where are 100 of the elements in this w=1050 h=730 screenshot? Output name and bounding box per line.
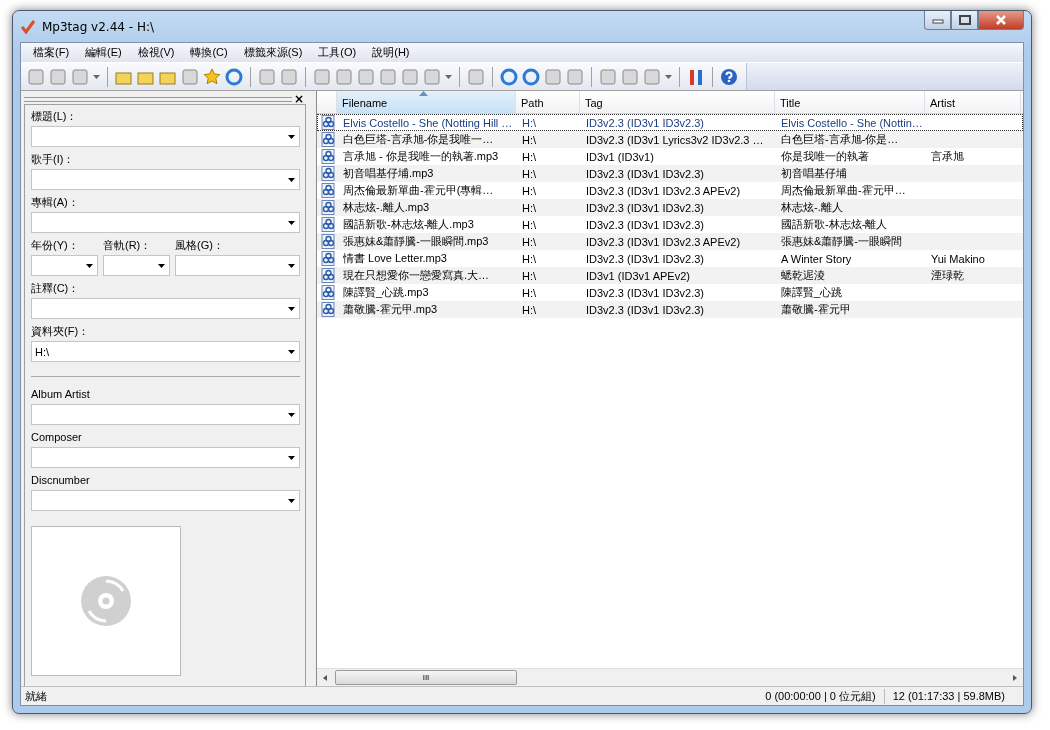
combo-field[interactable] <box>31 255 98 276</box>
combo-field[interactable]: H:\ <box>31 341 300 362</box>
caret-icon[interactable] <box>665 74 672 79</box>
table-cell: ID3v2.3 (ID3v1 ID3v2.3) <box>586 167 704 180</box>
field-label: Album Artist <box>31 387 91 402</box>
maximize-button[interactable] <box>951 11 978 30</box>
file-row[interactable]: 初音唱基仔埔.mp3 H:\ ID3v2.3 (ID3v1 ID3v2.3) 初音唱基仔埔 <box>317 165 1023 182</box>
table-cell: ID3v1 (ID3v1 APEv2) <box>586 269 690 282</box>
star-icon[interactable] <box>203 67 221 86</box>
field-label: 音軌(R)： <box>103 238 153 253</box>
help-icon[interactable] <box>720 67 738 86</box>
table-cell: H:\ <box>522 167 537 180</box>
field-label: 年份(Y)： <box>31 238 80 253</box>
combo-field[interactable] <box>31 447 300 468</box>
audio-file-icon <box>320 132 336 147</box>
audio-file-icon <box>320 251 336 266</box>
combo-field[interactable] <box>175 255 300 276</box>
file-row[interactable]: 蕭敬騰-霍元甲.mp3 H:\ ID3v2.3 (ID3v1 ID3v2.3) 蕭敬騰-霍元甲 <box>317 301 1023 318</box>
file-row[interactable]: 張惠妹&蕭靜騰-一眼瞬間.mp3 H:\ ID3v2.3 (ID3v1 ID3v2.3 APEv2) 張惠妹&蕭靜騰-一眼瞬間 <box>317 233 1023 250</box>
table-cell: A Winter Story <box>781 252 852 265</box>
caret-icon <box>288 134 295 139</box>
combo-field[interactable] <box>31 298 300 319</box>
column-header[interactable]: Title <box>775 91 925 113</box>
caret-icon[interactable] <box>93 74 100 79</box>
combo-field[interactable] <box>31 212 300 233</box>
caret-icon <box>288 455 295 460</box>
table-cell: 蕭敬騰-霍元甲 <box>781 303 851 315</box>
table-cell: ID3v2.3 (ID3v1 ID3v2.3 APEv2) <box>586 235 741 248</box>
combo-field[interactable] <box>31 126 300 147</box>
table-cell: 初音唱基仔埔 <box>781 167 847 179</box>
column-header[interactable]: Path <box>516 91 580 113</box>
menu-item[interactable]: 檢視(V) <box>129 45 183 60</box>
audio-file-icon <box>320 234 336 249</box>
menu-item[interactable]: 說明(H) <box>364 45 418 60</box>
table-cell: 白色巨塔-言承旭-你是我唯一… <box>343 133 494 145</box>
table-cell: 言承旭 - 你是我唯一的執著.mp3 <box>343 150 499 162</box>
field-label: 標題(L)： <box>31 109 79 124</box>
file-row[interactable]: 言承旭 - 你是我唯一的執著.mp3 H:\ ID3v1 (ID3v1) 你是我唯一的執著 言承旭 <box>317 148 1023 165</box>
column-header[interactable]: Artist <box>925 91 1021 113</box>
file-row[interactable]: 情書 Love Letter.mp3 H:\ ID3v2.3 (ID3v1 ID3v2.3) A Winter Story Yui Makino <box>317 250 1023 267</box>
table-cell: 國語新歌-林志炫-離人.mp3 <box>343 218 474 230</box>
caret-icon <box>288 177 295 182</box>
file-row[interactable]: 白色巨塔-言承旭-你是我唯一… H:\ ID3v2.3 (ID3v1 Lyrics3v2 ID3v2.3 … 白色巨塔-言承旭-你是… <box>317 131 1023 148</box>
caret-icon <box>288 498 295 503</box>
audio-file-icon <box>320 268 336 283</box>
combo-field[interactable] <box>31 404 300 425</box>
combo-field[interactable] <box>103 255 170 276</box>
sort-arrow-icon <box>419 91 428 96</box>
combo-field[interactable] <box>31 169 300 190</box>
table-cell: H:\ <box>522 133 537 146</box>
audio-file-icon <box>320 217 336 232</box>
audio-file-icon <box>320 115 336 130</box>
combo-field[interactable] <box>31 490 300 511</box>
table-cell: Elvis Costello - She (Notting Hill … <box>343 116 513 129</box>
column-header[interactable]: Tag <box>580 91 775 113</box>
menu-item[interactable]: 編輯(E) <box>77 45 130 60</box>
field-label: Composer <box>31 430 83 445</box>
file-row[interactable]: 陳譯賢_心跳.mp3 H:\ ID3v2.3 (ID3v1 ID3v2.3) 陳譯賢_心跳 <box>317 284 1023 301</box>
caret-icon[interactable] <box>445 74 452 79</box>
table-cell: 湮琭乾 <box>931 269 964 281</box>
column-header[interactable]: Filename <box>337 91 516 113</box>
menu-item[interactable]: 轉換(C) <box>182 45 236 60</box>
close-button[interactable] <box>978 11 1024 30</box>
table-cell: H:\ <box>522 303 537 316</box>
field-label: 專輯(A)： <box>31 195 80 210</box>
caret-icon <box>86 263 93 268</box>
scrollbar-thumb[interactable]: III <box>335 670 517 685</box>
file-row[interactable]: 現在只想愛你一戀愛寫真.大… H:\ ID3v1 (ID3v1 APEv2) 蟋乾迡淩 湮琭乾 <box>317 267 1023 284</box>
field-label: 資料夾(F)： <box>31 324 91 339</box>
table-cell: 周杰倫最新單曲-霍元甲… <box>781 184 906 196</box>
table-cell: 張惠妹&蕭靜騰-一眼瞬間.mp3 <box>343 235 489 247</box>
caret-icon <box>288 220 295 225</box>
table-cell: ID3v2.3 (ID3v1 Lyrics3v2 ID3v2.3 … <box>586 133 764 146</box>
minimize-button[interactable] <box>924 11 951 30</box>
table-cell: 初音唱基仔埔.mp3 <box>343 167 434 179</box>
table-cell: 你是我唯一的執著 <box>781 150 869 162</box>
table-cell: 言承旭 <box>931 150 964 162</box>
caret-icon <box>158 263 165 268</box>
table-cell: ID3v2.3 (ID3v1 ID3v2.3) <box>586 303 704 316</box>
table-cell: Yui Makino <box>931 252 985 265</box>
maximize-icon <box>958 15 971 25</box>
menu-item[interactable]: 標籤來源(S) <box>235 45 311 60</box>
minimize-icon <box>931 16 944 24</box>
menu-item[interactable]: 檔案(F) <box>25 45 78 60</box>
table-cell: 林志炫-.離人 <box>781 201 843 213</box>
window-title: Mp3tag v2.44 - H:\ <box>42 19 154 34</box>
table-cell: 蟋乾迡淩 <box>781 269 825 281</box>
table-cell: Elvis Costello - She (Nottin… <box>781 116 923 129</box>
table-cell: 陳譯賢_心跳.mp3 <box>343 286 429 298</box>
table-cell: H:\ <box>522 184 537 197</box>
menu-item[interactable]: 工具(O) <box>310 45 365 60</box>
table-cell: H:\ <box>522 116 537 129</box>
table-cell: 陳譯賢_心跳 <box>781 286 843 298</box>
checkmark-icon <box>20 18 36 35</box>
close-button[interactable]: × <box>291 94 306 104</box>
file-row[interactable]: 國語新歌-林志炫-離人.mp3 H:\ ID3v2.3 (ID3v1 ID3v2.3) 國語新歌-林志炫-離人 <box>317 216 1023 233</box>
table-cell: H:\ <box>522 269 537 282</box>
file-row[interactable]: 林志炫-.離人.mp3 H:\ ID3v2.3 (ID3v1 ID3v2.3) 林志炫-.離人 <box>317 199 1023 216</box>
caret-icon <box>288 412 295 417</box>
file-row[interactable]: 周杰倫最新單曲-霍元甲(專輯… H:\ ID3v2.3 (ID3v1 ID3v2.3 APEv2) 周杰倫最新單曲-霍元甲… <box>317 182 1023 199</box>
